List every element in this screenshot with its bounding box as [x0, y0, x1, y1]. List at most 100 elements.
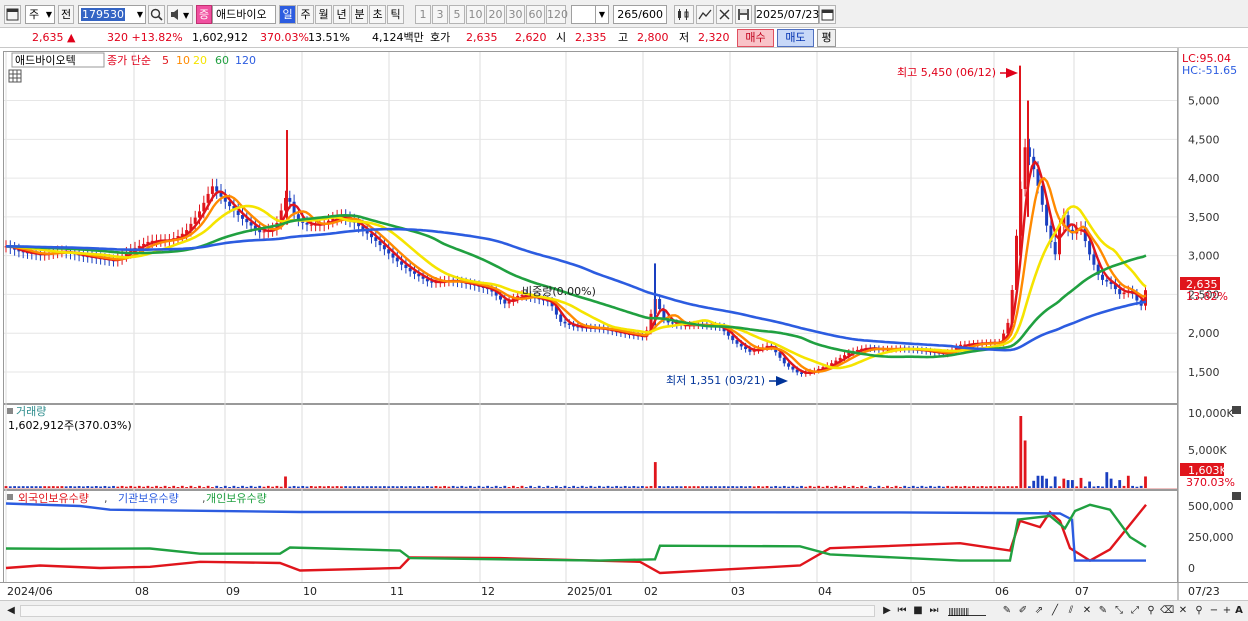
- volume-bar: [1045, 478, 1048, 488]
- volume-bar: [254, 486, 257, 488]
- trend-icon[interactable]: ⇗: [1032, 604, 1046, 618]
- zoom-out-icon[interactable]: −: [1207, 604, 1221, 618]
- fan-icon[interactable]: ⤢: [1128, 604, 1142, 618]
- candle-type-icon[interactable]: [674, 5, 694, 24]
- minute-unit-tab[interactable]: 10: [466, 5, 485, 24]
- line-tool-icon[interactable]: [696, 5, 714, 24]
- collapse-icon[interactable]: [7, 494, 13, 500]
- chart-scrollbar[interactable]: ◀ ▶ ⏮ ■ ⏭ |||||||||||| ✎ ✐ ⇗ ╱ ⫽ ✕ ✎ ⤡ ⤢…: [0, 600, 1248, 621]
- volume-bar: [331, 486, 335, 488]
- cross-icon[interactable]: ✕: [1080, 604, 1094, 618]
- period-tab[interactable]: 초: [369, 5, 386, 24]
- eraser-icon[interactable]: ⌫: [1160, 604, 1174, 618]
- volume-bar: [73, 486, 77, 488]
- minute-unit-tab[interactable]: 20: [486, 5, 505, 24]
- draw-tool-icon[interactable]: ✐: [1016, 604, 1030, 618]
- buy-button[interactable]: 매수: [737, 29, 774, 47]
- font-size-icon[interactable]: A: [1232, 604, 1246, 618]
- holdings-legend: 외국인보유수량, 기관보유수량, 개인보유수량: [18, 492, 267, 505]
- volume-bar: [572, 485, 575, 488]
- minute-unit-tab[interactable]: 1: [415, 5, 431, 24]
- go-last-icon[interactable]: ⏭: [927, 604, 941, 618]
- minute-unit-tabs: 1 3 5 10 20 30 60 120: [415, 5, 568, 24]
- text-tool-icon[interactable]: ✎: [1096, 604, 1110, 618]
- prev-button[interactable]: 전: [58, 5, 74, 24]
- sound-icon[interactable]: ▼: [167, 5, 193, 24]
- zoom-search-icon[interactable]: ⚲: [1192, 604, 1206, 618]
- scroll-left-icon[interactable]: ◀: [4, 604, 18, 618]
- candle-body: [559, 314, 563, 322]
- period-tab[interactable]: 년: [333, 5, 350, 24]
- chevron-down-icon[interactable]: ▼: [595, 5, 609, 24]
- legend-separator: ,: [104, 492, 108, 505]
- volume-bar: [714, 486, 717, 488]
- go-first-icon[interactable]: ⏮: [895, 604, 909, 618]
- x-axis-label: 2024/06: [7, 585, 53, 598]
- date-input[interactable]: 2025/07/23: [755, 5, 819, 24]
- close-pane-icon[interactable]: [1232, 492, 1241, 500]
- zoom-slider[interactable]: ||||||||||||: [948, 607, 986, 616]
- bar-count-field[interactable]: 265/600: [613, 5, 667, 24]
- draw-pen-icon[interactable]: ✎: [1000, 604, 1014, 618]
- calendar-icon[interactable]: [819, 5, 836, 24]
- zoom-icon[interactable]: [716, 5, 733, 24]
- x-axis-label: 03: [731, 585, 745, 598]
- window-icon[interactable]: [4, 5, 21, 24]
- toolbar: 주 ▼ 전 179530 ▼ ▼ 증 애드바이오 일주월년분초틱 1 3 5 10 20…: [0, 0, 1248, 28]
- volume-bar: [868, 485, 872, 488]
- eval-button[interactable]: 평: [817, 29, 836, 47]
- volume-bar: [1049, 486, 1053, 488]
- volume-bar: [146, 485, 150, 488]
- volume-bar: [929, 485, 932, 488]
- volume-bar: [701, 486, 704, 488]
- volume-bar: [709, 486, 713, 488]
- volume-bar: [395, 486, 399, 488]
- volume-bar: [155, 485, 158, 488]
- market-select[interactable]: 주 ▼: [25, 5, 55, 24]
- grid-icon[interactable]: [8, 69, 22, 83]
- search-icon[interactable]: ⚲: [1144, 604, 1158, 618]
- sell-button[interactable]: 매도: [777, 29, 814, 47]
- fib-icon[interactable]: ⤡: [1112, 604, 1126, 618]
- period-tab[interactable]: 일: [279, 5, 296, 24]
- volume-bar: [340, 486, 343, 488]
- stop-icon[interactable]: ■: [911, 604, 925, 618]
- volume-bar: [507, 486, 511, 488]
- close-pane-icon[interactable]: [1232, 406, 1241, 414]
- code-input[interactable]: 179530 ▼: [78, 5, 146, 24]
- minute-unit-tab[interactable]: 60: [526, 5, 545, 24]
- minute-unit-tab[interactable]: 30: [506, 5, 525, 24]
- volume-bar: [765, 485, 769, 488]
- scroll-track[interactable]: [20, 605, 875, 617]
- period-tab[interactable]: 월: [315, 5, 332, 24]
- minute-unit-tab[interactable]: 120: [546, 5, 568, 24]
- volume-bar: [825, 485, 829, 488]
- draw-line-icon[interactable]: ╱: [1048, 604, 1062, 618]
- chart-canvas[interactable]: 최고 5,450 (06/12) 최저 1,351 (03/21) 비중량(0.…: [0, 48, 1248, 600]
- volume-bar: [692, 486, 696, 488]
- delete-icon[interactable]: ✕: [1176, 604, 1190, 618]
- volume-bar: [1002, 486, 1005, 488]
- volume-bar: [838, 486, 842, 488]
- period-tab[interactable]: 틱: [387, 5, 404, 24]
- collapse-icon[interactable]: [7, 408, 13, 414]
- period-tab[interactable]: 분: [351, 5, 368, 24]
- period-tab[interactable]: 주: [297, 5, 314, 24]
- channel-icon[interactable]: ⫽: [1064, 604, 1078, 618]
- volume-bar: [279, 486, 283, 488]
- volume-bar: [1088, 481, 1091, 488]
- volume-bar: [632, 485, 636, 488]
- save-icon[interactable]: [735, 5, 752, 24]
- minute-unit-tab[interactable]: 3: [432, 5, 448, 24]
- volume-bar: [598, 485, 601, 488]
- scroll-right-icon[interactable]: ▶: [880, 604, 894, 618]
- minute-unit-tab[interactable]: 5: [449, 5, 465, 24]
- search-icon[interactable]: [148, 5, 165, 24]
- volume-bar: [120, 485, 124, 488]
- chart-area[interactable]: 최고 5,450 (06/12) 최저 1,351 (03/21) 비중량(0.…: [0, 48, 1248, 600]
- hold-annotation: 비중량(0.00%): [522, 285, 596, 298]
- vol-tick-10000k: 10,000K: [1188, 407, 1234, 420]
- volume-bar: [327, 486, 330, 488]
- ask-price: 2,635: [466, 31, 498, 44]
- volume-bar: [129, 485, 133, 488]
